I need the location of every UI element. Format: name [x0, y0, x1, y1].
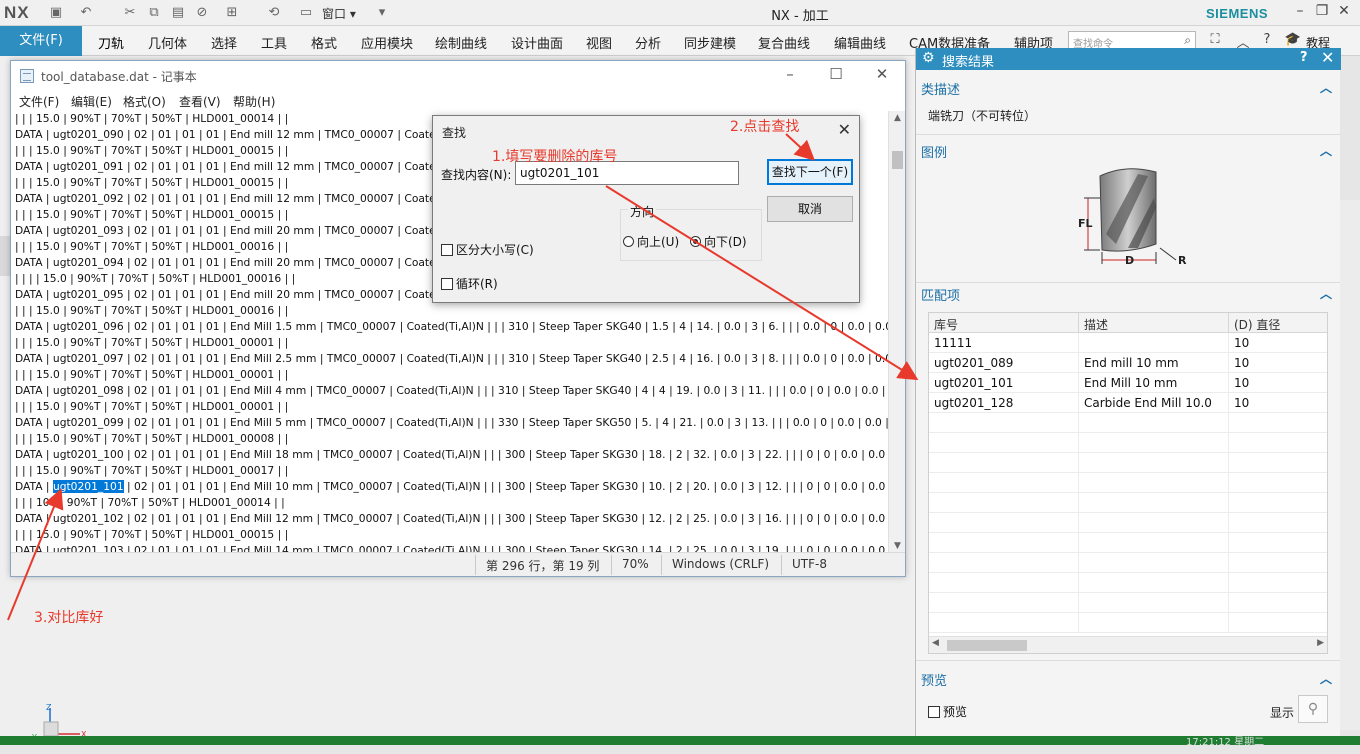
arrow-to-find-button — [785, 133, 815, 161]
annotation-step3: 3.对比库好 — [34, 610, 104, 626]
annotation-step1: 1.填写要删除的库号 — [492, 149, 618, 165]
arrow-to-selection — [7, 488, 64, 621]
annotation-step2: 2.点击查找 — [730, 119, 800, 135]
arrow-to-results — [605, 185, 919, 381]
annotation-arrows — [7, 133, 919, 621]
